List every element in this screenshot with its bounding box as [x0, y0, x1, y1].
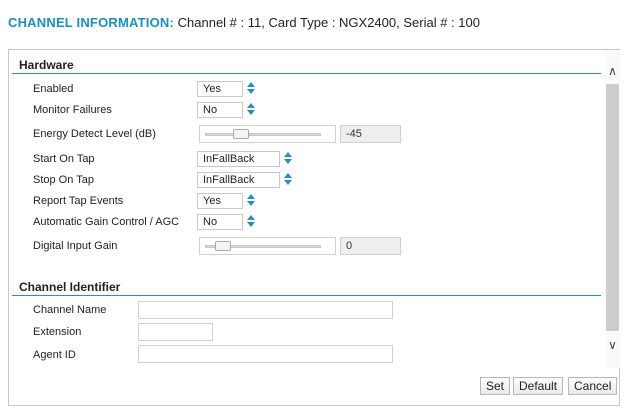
channel-name-input[interactable] [138, 301, 393, 319]
energy-detect-slider-track[interactable] [205, 133, 321, 136]
stop-on-tap-label: Stop On Tap [33, 174, 94, 186]
enabled-select-value[interactable]: Yes [197, 81, 243, 97]
enabled-spinner-icon[interactable] [246, 81, 256, 97]
agc-spinner-icon[interactable] [246, 214, 256, 230]
scroll-up-icon[interactable]: ∧ [605, 62, 620, 80]
channel-settings-panel: Hardware Enabled Yes Monitor Failures No… [8, 49, 620, 406]
energy-detect-readout: -45 [340, 125, 401, 143]
channel-info-value: Channel # : 11, Card Type : NGX2400, Ser… [177, 15, 480, 30]
agc-select-value[interactable]: No [197, 214, 243, 230]
energy-detect-slider-thumb[interactable] [233, 129, 249, 139]
channel-info-label: CHANNEL INFORMATION: [8, 15, 175, 30]
digital-input-gain-label: Digital Input Gain [33, 240, 118, 252]
energy-detect-slider[interactable] [199, 125, 336, 143]
report-tap-events-label: Report Tap Events [33, 195, 124, 207]
digital-input-gain-slider[interactable] [199, 237, 336, 255]
channel-info-header: CHANNEL INFORMATION: Channel # : 11, Car… [8, 15, 480, 30]
settings-scroll-area: Hardware Enabled Yes Monitor Failures No… [9, 50, 605, 368]
monitor-failures-spinner-icon[interactable] [246, 102, 256, 118]
start-on-tap-select-value[interactable]: InFallBack [197, 151, 280, 167]
extension-label: Extension [33, 326, 82, 338]
start-on-tap-spinner-icon[interactable] [283, 151, 293, 167]
stop-on-tap-select-value[interactable]: InFallBack [197, 172, 280, 188]
agent-id-input[interactable] [138, 345, 393, 363]
start-on-tap-label: Start On Tap [33, 153, 95, 165]
channel-name-label: Channel Name [33, 304, 107, 316]
digital-input-gain-slider-thumb[interactable] [215, 241, 231, 251]
scroll-down-icon[interactable]: ∨ [605, 336, 620, 354]
digital-input-gain-readout: 0 [340, 237, 401, 255]
energy-detect-label: Energy Detect Level (dB) [33, 128, 156, 140]
enabled-label: Enabled [33, 83, 74, 95]
default-button[interactable]: Default [513, 377, 564, 395]
agc-label: Automatic Gain Control / AGC [33, 216, 180, 228]
extension-input[interactable] [138, 323, 213, 341]
set-button[interactable]: Set [480, 377, 511, 395]
stop-on-tap-spinner-icon[interactable] [283, 172, 293, 188]
scrollbar-thumb[interactable] [606, 84, 619, 331]
report-tap-events-select-value[interactable]: Yes [197, 193, 243, 209]
cancel-button[interactable]: Cancel [568, 377, 618, 395]
monitor-failures-label: Monitor Failures [33, 104, 112, 116]
agent-id-label: Agent ID [33, 349, 76, 361]
channel-identifier-section-title: Channel Identifier [12, 274, 601, 296]
hardware-section-title: Hardware [12, 52, 601, 74]
monitor-failures-select-value[interactable]: No [197, 102, 243, 118]
vertical-scrollbar[interactable]: ∧ ∨ [605, 50, 620, 368]
report-tap-events-spinner-icon[interactable] [246, 193, 256, 209]
